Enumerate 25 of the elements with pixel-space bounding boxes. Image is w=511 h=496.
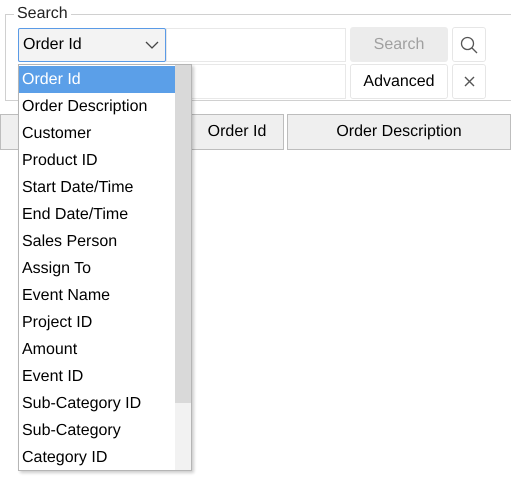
dropdown-item[interactable]: Customer: [19, 120, 175, 147]
dropdown-item[interactable]: Category ID: [19, 444, 175, 471]
dropdown-item[interactable]: Order Description: [19, 93, 175, 120]
dropdown-item[interactable]: Start Date/Time: [19, 174, 175, 201]
dropdown-item[interactable]: Sub-Category ID: [19, 390, 175, 417]
advanced-button[interactable]: Advanced: [350, 64, 448, 99]
dropdown-item[interactable]: Sub-Category: [19, 417, 175, 444]
dropdown-item[interactable]: Sales Person: [19, 228, 175, 255]
dropdown-item[interactable]: End Date/Time: [19, 201, 175, 228]
dropdown-item[interactable]: Event Name: [19, 282, 175, 309]
field-select[interactable]: Order Id: [18, 28, 166, 62]
chevron-down-icon: [145, 41, 159, 49]
dropdown-item[interactable]: Product ID: [19, 147, 175, 174]
table-header-cell[interactable]: Order Id: [190, 114, 284, 150]
search-icon: [460, 36, 478, 54]
clear-button[interactable]: [452, 64, 486, 99]
dropdown-item[interactable]: Amount: [19, 336, 175, 363]
dropdown-item[interactable]: Project ID: [19, 309, 175, 336]
close-icon: [464, 76, 474, 87]
search-input[interactable]: [166, 28, 346, 62]
dropdown-item[interactable]: Assign To: [19, 255, 175, 282]
search-icon-button[interactable]: [452, 27, 486, 62]
dropdown-item[interactable]: Event ID: [19, 363, 175, 390]
scrollbar-thumb[interactable]: [175, 65, 191, 403]
table-header-cell[interactable]: Order Description: [287, 114, 511, 150]
